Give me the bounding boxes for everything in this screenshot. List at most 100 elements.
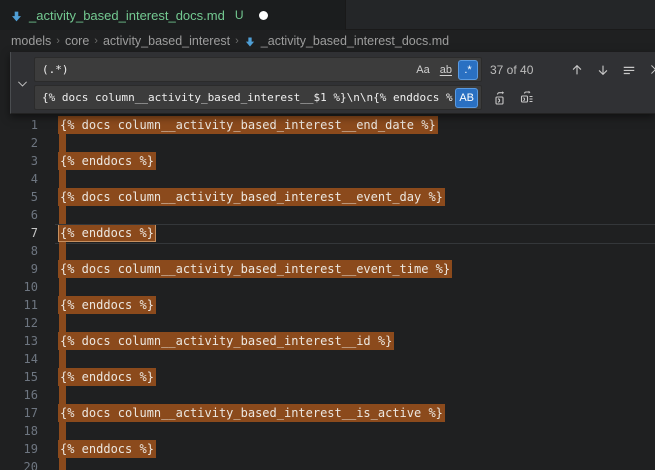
editor-line[interactable]: 6 [0,206,655,224]
code-text [60,170,66,188]
whole-word-toggle[interactable]: ab [436,60,456,80]
breadcrumb: models › core › activity_based_interest … [0,30,655,52]
chevron-down-icon[interactable] [15,76,29,90]
find-match: {% enddocs %} [58,440,156,458]
code-text [60,314,66,332]
zero-length-match-strip [59,458,66,470]
find-match: {% docs column__activity_based_interest_… [58,116,438,134]
code-text: {% docs column__activity_based_interest_… [60,332,394,350]
breadcrumb-models[interactable]: models [11,34,51,48]
editor-line[interactable]: 12 [0,314,655,332]
zero-length-match-strip [59,206,66,224]
preserve-case-label: AB [459,92,474,104]
zero-length-match-strip [59,242,66,260]
code-text [60,206,66,224]
replace-icon[interactable] [490,87,512,109]
breadcrumb-core[interactable]: core [65,34,89,48]
breadcrumb-activity-based-interest[interactable]: activity_based_interest [103,34,230,48]
find-match: {% docs column__activity_based_interest_… [58,404,445,422]
replace-input-value[interactable]: {% docs column__activity_based_interest_… [42,91,453,104]
line-number: 6 [0,206,38,224]
line-number: 3 [0,152,38,170]
editor-line[interactable]: 5 {% docs column__activity_based_interest… [0,188,655,206]
editor-line[interactable]: 8 [0,242,655,260]
editor-line[interactable]: 1 {% docs column__activity_based_interest… [0,116,655,134]
zero-length-match-strip [59,278,66,296]
editor-line[interactable]: 15 {% enddocs %} [0,368,655,386]
chevron-right-icon: › [94,35,98,47]
editor-line[interactable]: 20 [0,458,655,470]
tab-activity-docs[interactable]: _activity_based_interest_docs.md U [0,0,346,30]
arrow-up-icon[interactable] [566,59,588,81]
close-icon[interactable] [644,59,655,81]
find-match: {% enddocs %} [58,368,156,386]
line-number: 20 [0,458,38,470]
line-number: 5 [0,188,38,206]
line-number: 12 [0,314,38,332]
match-case-label: Aa [416,64,429,76]
unsaved-dot[interactable] [259,11,268,20]
code-text [60,350,66,368]
replace-all-icon[interactable] [516,87,538,109]
editor-line[interactable]: 4 [0,170,655,188]
tab-bar: _activity_based_interest_docs.md U [0,0,655,30]
replace-input[interactable]: {% docs column__activity_based_interest_… [34,85,482,110]
editor-line[interactable]: 14 [0,350,655,368]
line-number: 11 [0,296,38,314]
editor-line[interactable]: 18 [0,422,655,440]
code-text [60,134,66,152]
find-match: {% enddocs %} [58,296,156,314]
line-number: 1 [0,116,38,134]
editor-line[interactable]: 19 {% enddocs %} [0,440,655,458]
line-number: 19 [0,440,38,458]
code-text: {% enddocs %} [60,296,156,314]
breadcrumb-file[interactable]: _activity_based_interest_docs.md [261,34,449,48]
markdown-icon [10,10,23,23]
editor-line[interactable]: 17{% docs column__activity_based_interes… [0,404,655,422]
chevron-right-icon: › [56,35,60,47]
selection-icon[interactable] [618,59,640,81]
regex-label: .* [464,64,471,76]
code-text: {% docs column__activity_based_interest_… [60,188,445,206]
current-find-match: {% enddocs %} [58,224,156,242]
line-number: 9 [0,260,38,278]
zero-length-match-strip [59,134,66,152]
code-text: {% docs column__activity_based_interest_… [60,404,445,422]
editor-line[interactable]: 13{% docs column__activity_based_interes… [0,332,655,350]
git-status-badge: U [235,8,244,22]
arrow-down-icon[interactable] [592,59,614,81]
code-text [60,422,66,440]
editor-line[interactable]: 3 {% enddocs %} [0,152,655,170]
line-number: 15 [0,368,38,386]
tab-filename: _activity_based_interest_docs.md [29,8,225,23]
code-text: {% enddocs %} [60,152,156,170]
editor-line[interactable]: 2 [0,134,655,152]
code-text [60,242,66,260]
editor-line[interactable]: 7 {% enddocs %} [0,224,655,242]
find-input-value[interactable]: (.*) [42,63,410,76]
code-text [60,386,66,404]
editor[interactable]: 1 {% docs column__activity_based_interest… [0,52,655,470]
line-number: 16 [0,386,38,404]
match-case-toggle[interactable]: Aa [412,60,433,80]
line-number: 14 [0,350,38,368]
line-number: 4 [0,170,38,188]
find-match: {% docs column__activity_based_interest_… [58,332,394,350]
line-number: 8 [0,242,38,260]
editor-line[interactable]: 9 {% docs column__activity_based_interest… [0,260,655,278]
editor-line[interactable]: 11 {% enddocs %} [0,296,655,314]
editor-line[interactable]: 10 [0,278,655,296]
find-match: {% docs column__activity_based_interest_… [58,260,452,278]
chevron-right-icon: › [235,35,239,47]
find-input[interactable]: (.*) Aa ab .* [34,57,482,82]
editor-line[interactable]: 16 [0,386,655,404]
preserve-case-toggle[interactable]: AB [455,88,478,108]
code-text: {% enddocs %} [60,224,156,242]
line-number: 2 [0,134,38,152]
whole-word-label: ab [440,64,452,76]
regex-toggle[interactable]: .* [458,60,478,80]
markdown-icon [244,36,256,48]
code-text: {% enddocs %} [60,440,156,458]
code-text [60,278,66,296]
line-number: 7 [0,224,38,242]
